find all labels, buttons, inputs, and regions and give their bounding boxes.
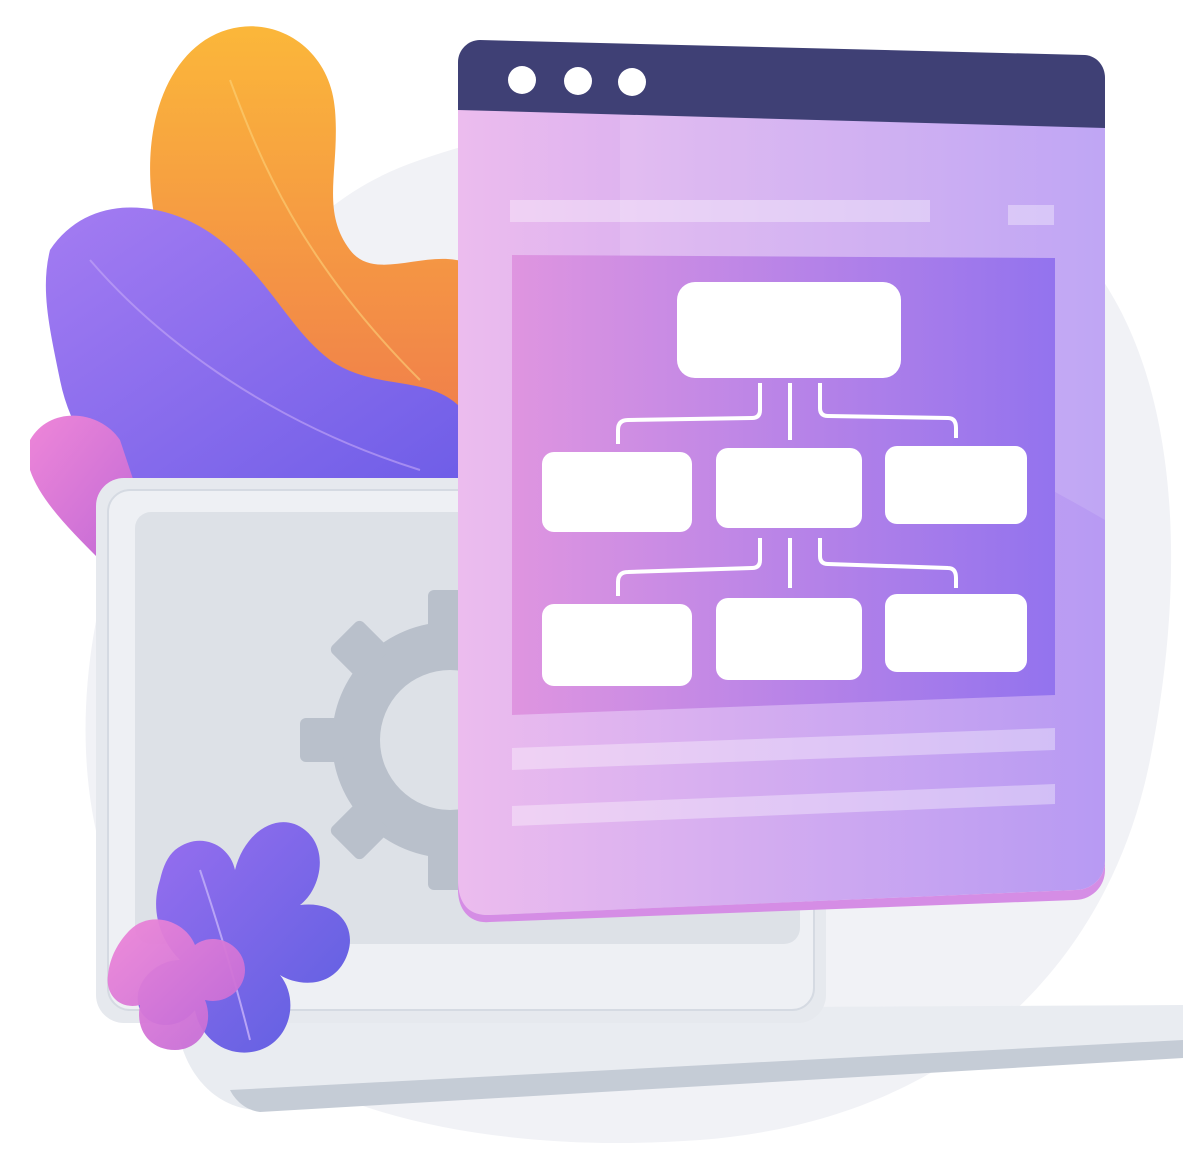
window-dot-2 [564, 67, 592, 95]
window-dot-3 [618, 68, 646, 96]
browser-window [458, 40, 1105, 923]
illustration-stage [0, 0, 1183, 1158]
node-level3-center [716, 598, 862, 680]
illustration-svg [30, 26, 1183, 1143]
node-level3-left [542, 604, 692, 686]
window-dot-1 [508, 66, 536, 94]
node-level2-right [885, 446, 1027, 524]
window-dots-icon [508, 66, 646, 96]
node-level3-right [885, 594, 1027, 672]
header-placeholder-bar [510, 200, 930, 222]
node-root [677, 282, 901, 378]
header-placeholder-small [1008, 205, 1054, 225]
node-level2-center [716, 448, 862, 528]
node-level2-left [542, 452, 692, 532]
